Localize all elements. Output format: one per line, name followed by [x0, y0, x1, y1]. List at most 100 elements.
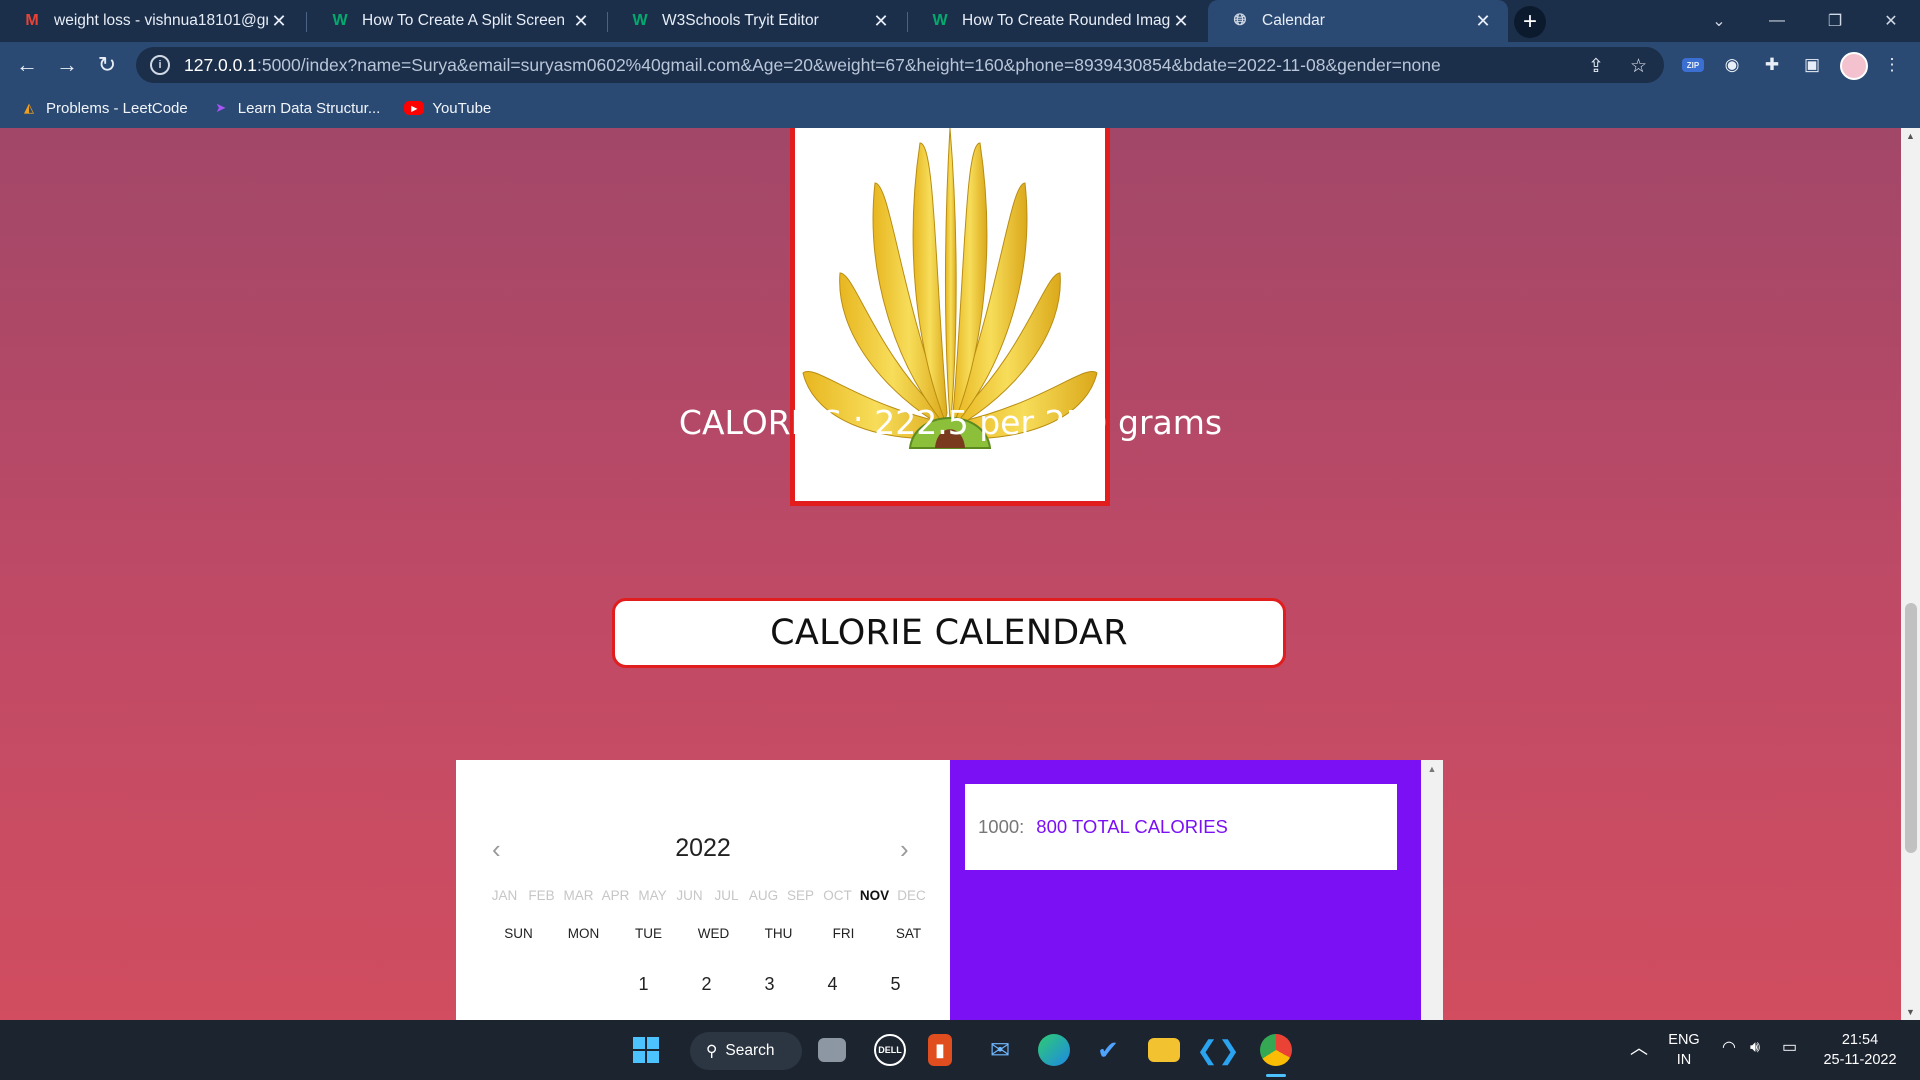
file-explorer-icon[interactable]: [1148, 1038, 1180, 1062]
tab-strip: M weight loss - vishnua18101@gm ✕ W How …: [0, 0, 1920, 42]
language-indicator[interactable]: ENG IN: [1664, 1030, 1704, 1070]
extensions-puzzle-icon[interactable]: ✚: [1760, 53, 1784, 77]
day-row: 1 2 3 4 5: [486, 974, 927, 995]
day-cell[interactable]: 1: [612, 974, 675, 995]
bookmark-dsa[interactable]: ➤ Learn Data Structur...: [212, 99, 380, 117]
month-sep[interactable]: SEP: [782, 888, 819, 903]
close-tab-icon[interactable]: ✕: [1472, 11, 1494, 32]
event-key: 1000:: [978, 816, 1025, 837]
tab-tryit-editor[interactable]: W W3Schools Tryit Editor ✕: [608, 0, 906, 42]
day-cell-empty: [549, 974, 612, 995]
weekday-label: THU: [764, 926, 793, 941]
address-bar[interactable]: i 127.0.0.1:5000/index?name=Surya&email=…: [136, 47, 1664, 83]
event-card[interactable]: 1000: 800 TOTAL CALORIES: [965, 784, 1397, 870]
site-info-icon[interactable]: i: [150, 55, 170, 75]
month-jul[interactable]: JUL: [708, 888, 745, 903]
task-view-icon[interactable]: [818, 1038, 846, 1062]
tab-separator: [306, 12, 307, 32]
scroll-up-icon[interactable]: ▲: [1421, 760, 1443, 774]
menu-kebab-icon[interactable]: ⋮: [1880, 53, 1904, 77]
day-cell[interactable]: 4: [801, 974, 864, 995]
chevron-right-icon[interactable]: ›: [900, 834, 909, 865]
month-oct[interactable]: OCT: [819, 888, 856, 903]
banana-image: [790, 128, 1110, 506]
mail-icon[interactable]: ✉: [984, 1034, 1016, 1066]
reload-icon[interactable]: ↻: [92, 50, 122, 80]
language-top: ENG: [1668, 1032, 1700, 1048]
day-cell[interactable]: 5: [864, 974, 927, 995]
share-icon[interactable]: ⇪: [1588, 55, 1604, 78]
vscode-icon[interactable]: ❮❯: [1196, 1034, 1240, 1066]
globe-icon: 🌐︎: [1233, 12, 1247, 29]
month-nov[interactable]: NOV: [856, 888, 893, 903]
taskbar: ⚲ Search DELL ▮ ✉ ✔ ❮❯ ︿ ENG IN ◠ 🔊︎ ▭ 2…: [0, 1020, 1920, 1080]
month-dec[interactable]: DEC: [893, 888, 930, 903]
new-tab-button[interactable]: +: [1514, 6, 1546, 38]
month-jun[interactable]: JUN: [671, 888, 708, 903]
extension-circle-icon[interactable]: ◉: [1720, 53, 1744, 77]
language-bottom: IN: [1676, 1052, 1692, 1068]
close-window-icon[interactable]: ✕: [1862, 0, 1920, 42]
forward-icon[interactable]: →: [52, 50, 82, 80]
windows-start-icon[interactable]: [630, 1034, 662, 1066]
weekday-label: WED: [697, 926, 730, 941]
tab-gmail[interactable]: M weight loss - vishnua18101@gm ✕: [0, 0, 304, 42]
close-tab-icon[interactable]: ✕: [1170, 11, 1192, 32]
tab-title: W3Schools Tryit Editor: [662, 12, 819, 29]
clock[interactable]: 21:54 25-11-2022: [1818, 1030, 1902, 1070]
month-may[interactable]: MAY: [634, 888, 671, 903]
bookmark-leetcode[interactable]: ◭ Problems - LeetCode: [20, 99, 188, 117]
events-scrollbar[interactable]: ▲: [1421, 760, 1443, 1020]
minimize-icon[interactable]: —: [1748, 0, 1806, 42]
todo-icon[interactable]: ✔: [1092, 1034, 1124, 1066]
month-aug[interactable]: AUG: [745, 888, 782, 903]
taskbar-search[interactable]: ⚲ Search: [690, 1032, 802, 1070]
battery-icon[interactable]: ▭: [1782, 1038, 1797, 1058]
w3schools-icon: W: [332, 12, 348, 29]
dell-icon[interactable]: DELL: [874, 1034, 906, 1066]
page-scrollbar[interactable]: ▲ ▼: [1901, 128, 1920, 1020]
chrome-active-indicator: [1266, 1074, 1286, 1077]
back-icon[interactable]: ←: [12, 50, 42, 80]
close-tab-icon[interactable]: ✕: [570, 11, 592, 32]
day-cell[interactable]: 2: [675, 974, 738, 995]
month-mar[interactable]: MAR: [560, 888, 597, 903]
restore-icon[interactable]: ❐: [1806, 0, 1864, 42]
tab-split-screen[interactable]: W How To Create A Split Screen ✕: [308, 0, 606, 42]
show-hidden-icons-icon[interactable]: ︿: [1630, 1038, 1648, 1058]
bookmarks-bar: ◭ Problems - LeetCode ➤ Learn Data Struc…: [0, 88, 1920, 128]
bookmark-star-icon[interactable]: ☆: [1630, 55, 1647, 78]
edge-icon[interactable]: [1038, 1034, 1070, 1066]
bookmark-youtube[interactable]: ▶ YouTube: [404, 100, 491, 117]
office-icon[interactable]: ▮: [928, 1034, 952, 1066]
month-feb[interactable]: FEB: [523, 888, 560, 903]
avatar[interactable]: [1840, 52, 1868, 80]
calorie-calendar-button[interactable]: CALORIE CALENDAR: [612, 598, 1286, 668]
side-panel-icon[interactable]: ▣: [1800, 53, 1824, 77]
tab-calendar[interactable]: 🌐︎ Calendar ✕: [1208, 0, 1508, 42]
scroll-down-icon[interactable]: ▼: [1901, 1007, 1920, 1017]
day-cell[interactable]: 3: [738, 974, 801, 995]
dsa-icon: ➤: [215, 100, 227, 115]
close-tab-icon[interactable]: ✕: [268, 11, 290, 32]
bookmark-label: YouTube: [432, 99, 492, 117]
volume-icon[interactable]: 🔊︎: [1750, 1038, 1760, 1058]
close-tab-icon[interactable]: ✕: [870, 11, 892, 32]
scrollbar-thumb[interactable]: [1905, 603, 1917, 853]
tab-title: weight loss - vishnua18101@gm: [54, 12, 268, 29]
browser-toolbar: ← → ↻ i 127.0.0.1:5000/index?name=Surya&…: [0, 42, 1920, 88]
page-content: CALORIES : 222.5 per 250 grams CALORIE C…: [0, 128, 1901, 1020]
chrome-icon[interactable]: [1260, 1034, 1292, 1066]
day-cell-empty: [486, 974, 549, 995]
month-apr[interactable]: APR: [597, 888, 634, 903]
url-host: 127.0.0.1: [184, 54, 257, 75]
month-jan[interactable]: JAN: [486, 888, 523, 903]
tab-title: How To Create Rounded Images: [962, 12, 1170, 29]
zip-extension-icon[interactable]: ZIP: [1682, 58, 1704, 72]
tab-rounded-images[interactable]: W How To Create Rounded Images ✕: [908, 0, 1206, 42]
wifi-icon[interactable]: ◠: [1722, 1038, 1736, 1058]
clock-date: 25-11-2022: [1823, 1052, 1897, 1068]
scroll-up-icon[interactable]: ▲: [1901, 128, 1920, 141]
url-text[interactable]: 127.0.0.1:5000/index?name=Surya&email=su…: [184, 55, 1564, 76]
tab-search-icon[interactable]: ⌄: [1690, 0, 1748, 42]
